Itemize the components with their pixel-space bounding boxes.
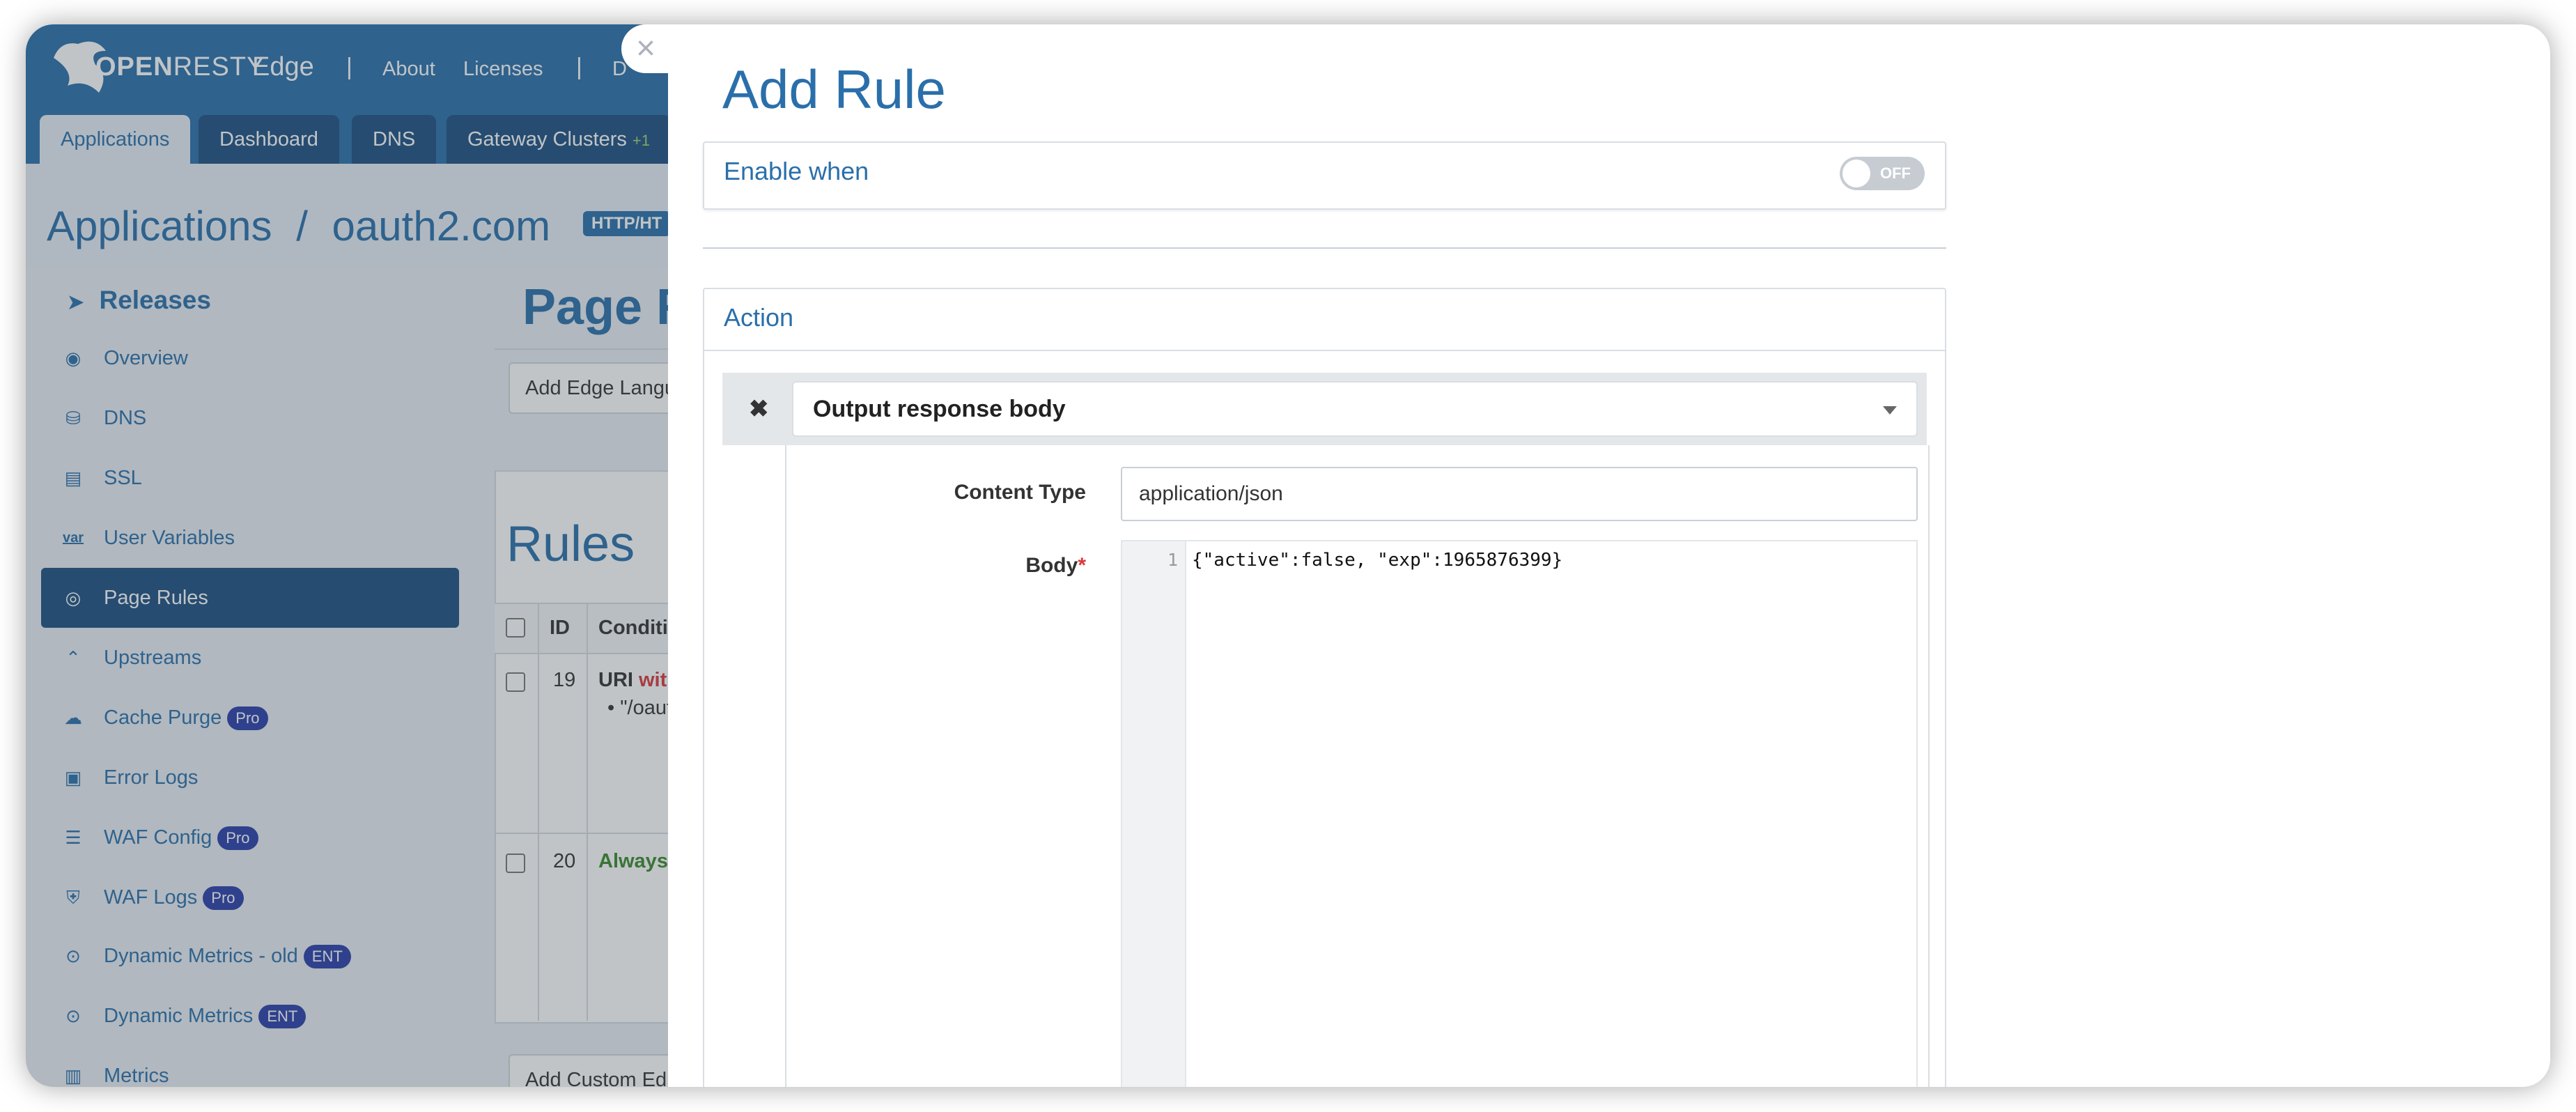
line-number: 1 — [1167, 550, 1178, 570]
action-card-header-divider — [704, 350, 1945, 351]
toggle-state-text: OFF — [1880, 164, 1911, 182]
content-type-input[interactable]: application/json — [1121, 467, 1918, 521]
editor-gutter: 1 — [1122, 541, 1186, 1087]
chevron-down-icon — [1883, 406, 1897, 415]
content-type-label: Content Type — [954, 481, 1086, 504]
enable-when-toggle[interactable]: OFF — [1840, 157, 1925, 190]
remove-action-icon[interactable]: ✖ — [749, 395, 769, 423]
enable-when-label: Enable when — [724, 157, 869, 185]
body-code-editor[interactable]: 1 {"active":false, "exp":1965876399} — [1121, 540, 1918, 1087]
action-label: Action — [724, 303, 794, 332]
screen: OPENRESTY Edge | About Licenses | D Appl… — [26, 24, 2550, 1087]
action-type-select[interactable]: Output response body — [792, 381, 1918, 437]
section-divider — [703, 247, 1946, 249]
body-label-text: Body — [1025, 554, 1078, 577]
content-type-value: application/json — [1139, 482, 1283, 505]
close-icon[interactable]: × — [621, 24, 670, 73]
toggle-knob — [1842, 160, 1870, 187]
action-type-value: Output response body — [813, 396, 1066, 422]
drawer-title: Add Rule — [722, 59, 946, 120]
body-label: Body* — [821, 554, 1086, 578]
enable-when-card — [703, 141, 1946, 210]
code-line[interactable]: {"active":false, "exp":1965876399} — [1192, 550, 1562, 571]
action-row: ✖ Output response body — [722, 373, 1927, 445]
required-mark: * — [1078, 554, 1086, 577]
add-rule-drawer: Add Rule Enable when OFF Action ✖ Output… — [668, 24, 2550, 1087]
